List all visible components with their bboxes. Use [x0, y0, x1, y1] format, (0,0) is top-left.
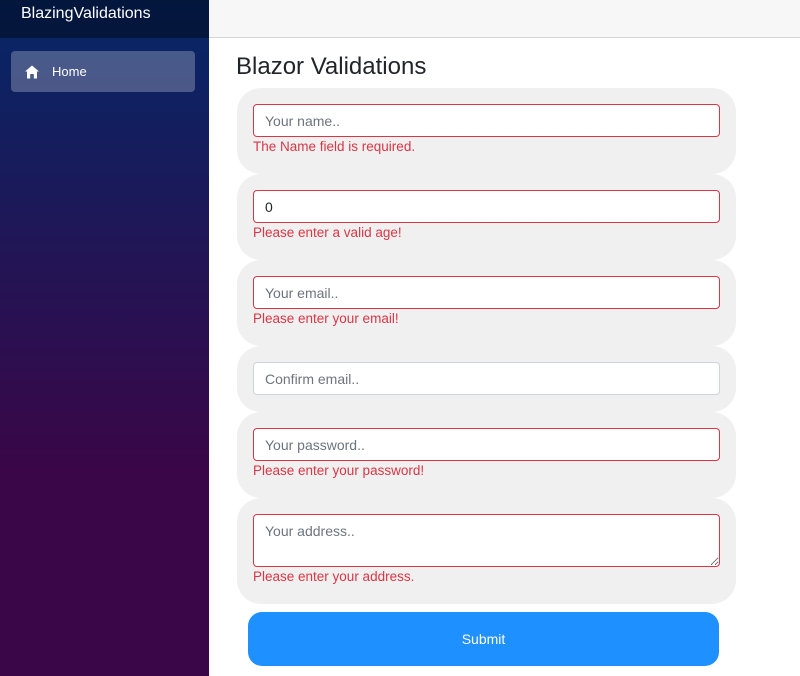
submit-button[interactable]: Submit — [248, 612, 719, 666]
password-error-message: Please enter your password! — [253, 463, 425, 478]
page-title: Blazor Validations — [236, 53, 427, 80]
app-brand[interactable]: BlazingValidations — [21, 5, 151, 23]
name-field-group: The Name field is required. — [237, 88, 736, 174]
confirm-email-input[interactable] — [253, 362, 720, 395]
address-field-group: Please enter your address. — [237, 498, 736, 604]
address-error-message: Please enter your address. — [253, 569, 415, 584]
email-input[interactable] — [253, 276, 720, 309]
password-field-group: Please enter your password! — [237, 412, 736, 498]
brand-bar: BlazingValidations — [0, 0, 209, 38]
home-icon — [24, 64, 40, 80]
name-error-message: The Name field is required. — [253, 139, 416, 154]
sidebar-item-label: Home — [52, 64, 87, 79]
age-field-group: Please enter a valid age! — [237, 174, 736, 260]
password-input[interactable] — [253, 428, 720, 461]
email-error-message: Please enter your email! — [253, 311, 399, 326]
top-bar — [209, 0, 800, 38]
email-field-group: Please enter your email! — [237, 260, 736, 346]
age-error-message: Please enter a valid age! — [253, 225, 402, 240]
age-input[interactable] — [253, 190, 720, 223]
sidebar-item-home[interactable]: Home — [11, 51, 195, 92]
address-textarea[interactable] — [253, 514, 720, 567]
sidebar: BlazingValidations Home — [0, 0, 209, 676]
confirm-email-field-group — [237, 346, 736, 412]
name-input[interactable] — [253, 104, 720, 137]
